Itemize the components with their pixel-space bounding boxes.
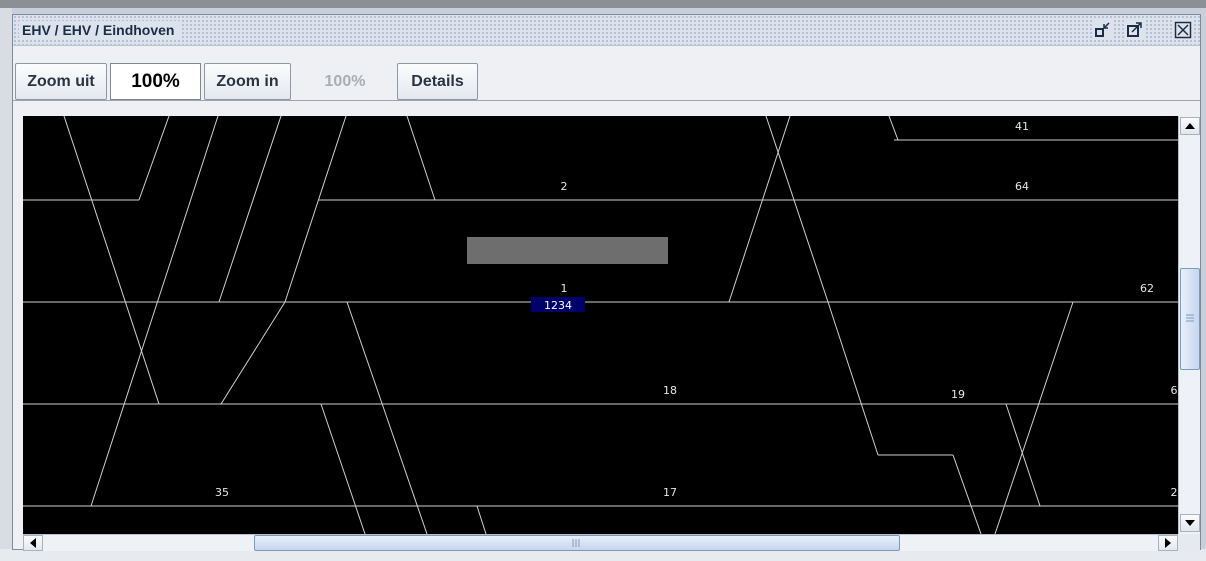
track-label: 2	[561, 180, 568, 193]
arrow-left-icon	[30, 538, 36, 548]
title-bar[interactable]: EHV / EHV / Eindhoven	[13, 15, 1200, 46]
train-path	[90, 116, 219, 507]
window-title: EHV / EHV / Eindhoven	[19, 21, 181, 39]
selected-train-label[interactable]: 1234	[544, 299, 572, 312]
internal-frame: EHV / EHV / Eindhoven Zoom uit 100% Zoom…	[12, 14, 1201, 551]
train-path	[218, 116, 282, 303]
close-icon	[1174, 21, 1192, 39]
train-path	[320, 403, 366, 534]
track-label: 35	[215, 486, 229, 499]
train-path	[827, 301, 879, 456]
train-path	[952, 454, 982, 534]
train-path	[1005, 403, 1041, 507]
desktop-left-edge	[0, 8, 12, 561]
zoom-level-disabled: 100%	[324, 72, 366, 90]
scroll-down-button[interactable]	[1180, 514, 1200, 532]
iconify-icon	[1095, 22, 1110, 37]
scroll-right-button[interactable]	[1158, 535, 1178, 551]
track-label: 41	[1015, 120, 1029, 133]
close-button[interactable]	[1173, 20, 1193, 40]
toolbar: Zoom uit 100% Zoom in 100% Details	[13, 46, 1200, 101]
zoom-out-button[interactable]: Zoom uit	[15, 63, 107, 100]
desktop-top-strip	[0, 0, 1206, 8]
track-label: 18	[663, 384, 677, 397]
arrow-up-icon	[1185, 123, 1195, 129]
scroll-left-button[interactable]	[23, 535, 43, 551]
track-label: 17	[663, 486, 677, 499]
horizontal-scroll-thumb[interactable]	[254, 535, 901, 551]
track-label: 1	[561, 282, 568, 295]
details-button[interactable]: Details	[397, 63, 478, 100]
train-path	[406, 116, 436, 201]
iconify-button[interactable]	[1093, 20, 1113, 40]
grip-icon	[572, 539, 580, 547]
maximize-icon	[1127, 22, 1142, 37]
vertical-scrollbar[interactable]	[1178, 116, 1200, 534]
train-path	[63, 116, 160, 405]
horizontal-scrollbar[interactable]	[23, 534, 1178, 551]
scroll-up-button[interactable]	[1180, 117, 1200, 135]
train-path	[728, 116, 791, 303]
track-label: 64	[1015, 180, 1029, 193]
grip-icon	[1186, 314, 1194, 322]
track-label: 2	[1171, 486, 1178, 499]
scrollbar-corner	[1178, 534, 1200, 551]
train-path	[220, 301, 286, 405]
train-path	[994, 301, 1074, 534]
track-label: 62	[1140, 282, 1154, 295]
track-label: 19	[951, 388, 965, 401]
train-path	[765, 116, 829, 303]
arrow-down-icon	[1185, 520, 1195, 526]
arrow-right-icon	[1165, 538, 1171, 548]
track-label: 6	[1171, 384, 1178, 397]
zoom-level-field[interactable]: 100%	[110, 63, 201, 100]
train-path	[284, 116, 347, 303]
zoom-in-button[interactable]: Zoom in	[204, 63, 291, 100]
occupied-block[interactable]	[467, 237, 668, 264]
train-path	[138, 116, 170, 201]
train-path	[476, 505, 487, 534]
train-path	[346, 301, 428, 534]
vertical-scroll-thumb[interactable]	[1180, 267, 1200, 370]
track-diagram[interactable]: 1234 41 2 64 1 62 18 19 6 35 17 2	[23, 116, 1178, 534]
train-path	[888, 116, 899, 141]
track-diagram-view[interactable]: 1234 41 2 64 1 62 18 19 6 35 17 2	[23, 116, 1178, 534]
maximize-button[interactable]	[1125, 20, 1145, 40]
